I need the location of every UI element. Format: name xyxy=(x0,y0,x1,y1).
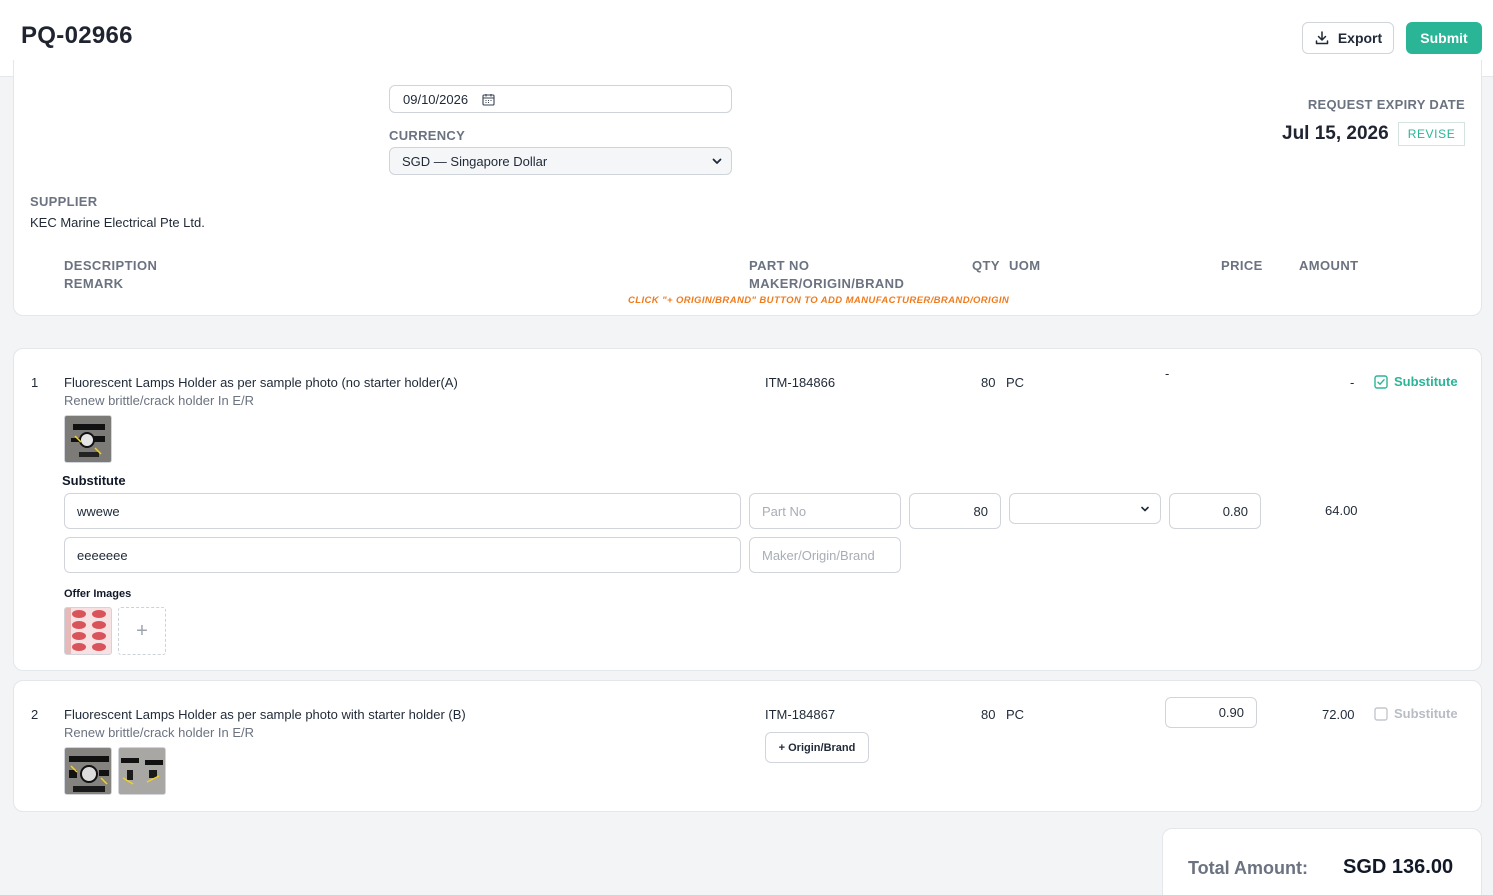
item-amount: - xyxy=(1350,375,1355,390)
substitute-price-value: 0.80 xyxy=(1222,503,1248,519)
header-remark: REMARK xyxy=(64,276,124,291)
currency-label: CURRENCY xyxy=(389,128,466,143)
item-uom: PC xyxy=(1006,375,1025,390)
calendar-icon[interactable] xyxy=(482,93,495,106)
quote-header-card xyxy=(13,60,1482,316)
item-qty: 80 xyxy=(981,375,996,390)
lamp-holder-photo xyxy=(65,748,111,794)
item-uom: PC xyxy=(1006,707,1025,722)
item-price-value: 0.90 xyxy=(1218,705,1244,720)
currency-value: SGD — Singapore Dollar xyxy=(402,153,548,169)
offer-product-photo xyxy=(65,608,111,654)
part-no-placeholder: Part No xyxy=(762,503,807,519)
substitute-toggle[interactable]: Substitute xyxy=(1374,706,1458,721)
date-value: 09/10/2026 xyxy=(403,91,469,107)
header-description: DESCRIPTION xyxy=(64,258,158,273)
offer-images-label: Offer Images xyxy=(64,588,132,600)
substitute-part-no-input[interactable]: Part No xyxy=(749,493,901,529)
total-card: Total Amount: SGD 136.00 xyxy=(1162,828,1482,895)
substitute-description-input[interactable]: wwewe xyxy=(64,493,741,529)
lamp-holder-photo xyxy=(119,748,165,794)
header-part-no: PART NO xyxy=(749,258,810,273)
download-icon xyxy=(1315,31,1329,45)
page-title: PQ-02966 xyxy=(21,22,133,49)
header-qty: QTY xyxy=(972,258,1000,273)
substitute-price-input[interactable]: 0.80 xyxy=(1169,493,1261,529)
item-photo[interactable] xyxy=(118,747,166,795)
substitute-label: Substitute xyxy=(1394,374,1458,389)
add-offer-image-button[interactable]: + xyxy=(118,607,166,655)
substitute-maker-input[interactable]: Maker/Origin/Brand xyxy=(749,537,901,573)
header-maker: MAKER/ORIGIN/BRAND xyxy=(749,276,905,291)
substitute-qty-value: 80 xyxy=(973,503,988,519)
substitute-label: Substitute xyxy=(1394,706,1458,721)
chevron-down-icon xyxy=(712,158,722,164)
substitute-remark-value: eeeeeee xyxy=(77,547,128,563)
date-field[interactable]: 09/10/2026 xyxy=(389,85,732,113)
supplier-label: SUPPLIER xyxy=(30,194,98,209)
substitute-remark-input[interactable]: eeeeeee xyxy=(64,537,741,573)
item-card-2 xyxy=(13,680,1482,812)
revise-button[interactable]: REVISE xyxy=(1398,122,1465,146)
item-description: Fluorescent Lamps Holder as per sample p… xyxy=(64,707,466,722)
header-uom: UOM xyxy=(1009,258,1041,273)
add-origin-brand-button[interactable]: + Origin/Brand xyxy=(765,732,869,763)
item-remark: Renew brittle/crack holder In E/R xyxy=(64,725,255,740)
checkbox-icon[interactable] xyxy=(1374,706,1388,721)
header-price: PRICE xyxy=(1221,258,1263,273)
substitute-toggle[interactable]: Substitute xyxy=(1374,374,1458,389)
item-amount: 72.00 xyxy=(1322,707,1355,722)
lamp-holder-photo xyxy=(65,416,111,462)
item-index: 1 xyxy=(31,375,39,390)
item-part-no: ITM-184866 xyxy=(765,375,836,390)
substitute-uom-select[interactable] xyxy=(1009,493,1161,524)
supplier-name: KEC Marine Electrical Pte Ltd. xyxy=(30,215,205,230)
origin-brand-hint: CLICK "+ ORIGIN/BRAND" BUTTON TO ADD MAN… xyxy=(628,295,1010,306)
offer-image[interactable] xyxy=(64,607,112,655)
expiry-label: REQUEST EXPIRY DATE xyxy=(1307,97,1465,112)
export-button[interactable]: Export xyxy=(1302,22,1394,54)
substitute-heading: Substitute xyxy=(62,473,126,488)
substitute-qty-input[interactable]: 80 xyxy=(909,493,1001,529)
substitute-amount: 64.00 xyxy=(1325,503,1358,518)
maker-placeholder: Maker/Origin/Brand xyxy=(762,547,875,563)
expiry-date: Jul 15, 2026 xyxy=(1282,123,1389,144)
item-photo[interactable] xyxy=(64,415,112,463)
item-photo[interactable] xyxy=(64,747,112,795)
submit-button[interactable]: Submit xyxy=(1406,22,1482,54)
header-amount: AMOUNT xyxy=(1299,258,1359,273)
item-qty: 80 xyxy=(981,707,996,722)
chevron-down-icon xyxy=(1141,506,1149,511)
checkbox-checked-icon[interactable] xyxy=(1374,374,1388,389)
item-remark: Renew brittle/crack holder In E/R xyxy=(64,393,255,408)
item-part-no: ITM-184867 xyxy=(765,707,836,722)
currency-select[interactable]: SGD — Singapore Dollar xyxy=(389,147,732,175)
item-index: 2 xyxy=(31,707,39,722)
substitute-description-value: wwewe xyxy=(77,503,120,519)
item-price: - xyxy=(1165,366,1170,381)
item-price-input[interactable]: 0.90 xyxy=(1165,697,1257,728)
export-label: Export xyxy=(1337,30,1383,46)
total-value: SGD 136.00 xyxy=(1343,856,1454,878)
item-description: Fluorescent Lamps Holder as per sample p… xyxy=(64,375,458,390)
total-label: Total Amount: xyxy=(1188,858,1308,878)
